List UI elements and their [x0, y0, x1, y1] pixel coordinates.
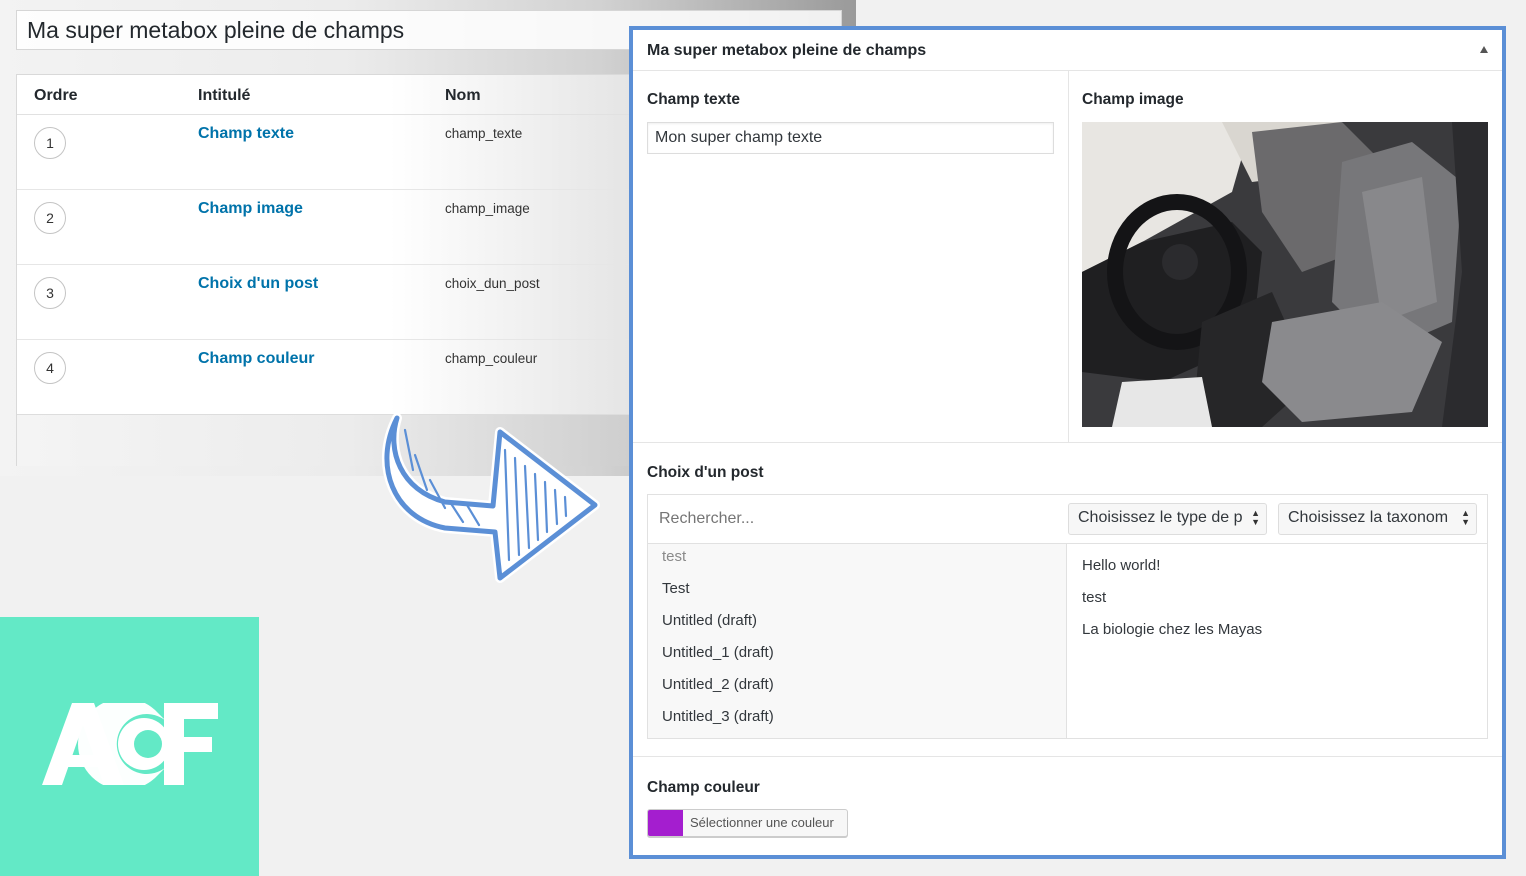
car-interior-image	[1082, 122, 1488, 427]
field-name: champ_couleur	[445, 351, 538, 366]
metabox-row-color: Champ couleur Sélectionner une couleur	[633, 758, 1502, 855]
acf-logo	[0, 617, 259, 876]
metabox-header[interactable]: Ma super metabox pleine de champs	[633, 30, 1502, 71]
field-label-link[interactable]: Champ image	[198, 200, 303, 218]
list-item[interactable]: Untitled (draft)	[662, 612, 757, 629]
select-arrows-icon: ▲ ▼	[1461, 508, 1470, 527]
color-picker-button[interactable]: Sélectionner une couleur	[647, 809, 848, 837]
text-field-input[interactable]	[647, 122, 1054, 154]
list-item[interactable]: Untitled_2 (draft)	[662, 676, 774, 693]
list-item[interactable]: La biologie chez les Mayas	[1082, 621, 1262, 638]
list-item[interactable]: Hello world!	[1082, 557, 1160, 574]
metabox-title: Ma super metabox pleine de champs	[647, 42, 927, 59]
field-name: champ_image	[445, 201, 530, 216]
list-item[interactable]: Test	[662, 580, 690, 597]
metabox-preview: Ma super metabox pleine de champs Champ …	[629, 26, 1506, 859]
list-item[interactable]: Untitled_1 (draft)	[662, 644, 774, 661]
image-field-label: Champ image	[1082, 91, 1184, 108]
relationship-selected-list: Hello world! test La biologie chez les M…	[1068, 544, 1487, 738]
relationship-field-label: Choix d'un post	[647, 464, 764, 481]
color-picker-label: Sélectionner une couleur	[690, 815, 834, 830]
list-item[interactable]: test	[662, 548, 686, 565]
metabox-row-relationship: Choix d'un post Choisissez le type de p …	[633, 444, 1502, 757]
acf-logo-icon	[42, 703, 218, 785]
field-label-link[interactable]: Champ couleur	[198, 350, 314, 368]
list-item[interactable]: Untitled_3 (draft)	[662, 708, 774, 725]
relationship-search-input[interactable]	[650, 503, 1060, 535]
field-order-badge[interactable]: 3	[34, 277, 66, 309]
sketch-arrow-icon	[381, 413, 600, 583]
field-order-badge[interactable]: 2	[34, 202, 66, 234]
relationship-filters: Choisissez le type de p ▲▼ Choisissez la…	[648, 495, 1487, 544]
collapse-toggle-icon[interactable]	[1480, 46, 1488, 53]
relationship-choices-list: test Test Untitled (draft) Untitled_1 (d…	[648, 544, 1067, 738]
field-label-link[interactable]: Champ texte	[198, 125, 294, 143]
list-item[interactable]: test	[1082, 589, 1106, 606]
taxonomy-select[interactable]: Choisissez la taxonom ▲ ▼	[1278, 503, 1477, 535]
field-order-badge[interactable]: 1	[34, 127, 66, 159]
taxonomy-select-value: Choisissez la taxonom	[1288, 509, 1449, 526]
color-field-label: Champ couleur	[647, 779, 760, 796]
column-label: Intitulé	[198, 87, 251, 104]
field-order-badge[interactable]: 4	[34, 352, 66, 384]
post-type-select[interactable]: Choisissez le type de p ▲ ▼	[1068, 503, 1267, 535]
text-field-label: Champ texte	[647, 91, 741, 108]
post-type-select-value: Choisissez le type de p	[1078, 509, 1243, 526]
color-swatch	[648, 810, 683, 836]
column-divider	[1068, 71, 1069, 442]
field-name: choix_dun_post	[445, 276, 540, 291]
select-arrows-icon: ▲ ▼	[1251, 508, 1260, 527]
field-name: champ_texte	[445, 126, 523, 141]
column-order: Ordre	[34, 87, 78, 104]
relationship-field: Choisissez le type de p ▲▼ Choisissez la…	[647, 494, 1488, 739]
image-field-preview[interactable]	[1082, 122, 1488, 427]
column-name: Nom	[445, 87, 481, 104]
field-label-link[interactable]: Choix d'un post	[198, 275, 318, 293]
metabox-row-text-image: Champ texte Champ image	[633, 71, 1502, 443]
